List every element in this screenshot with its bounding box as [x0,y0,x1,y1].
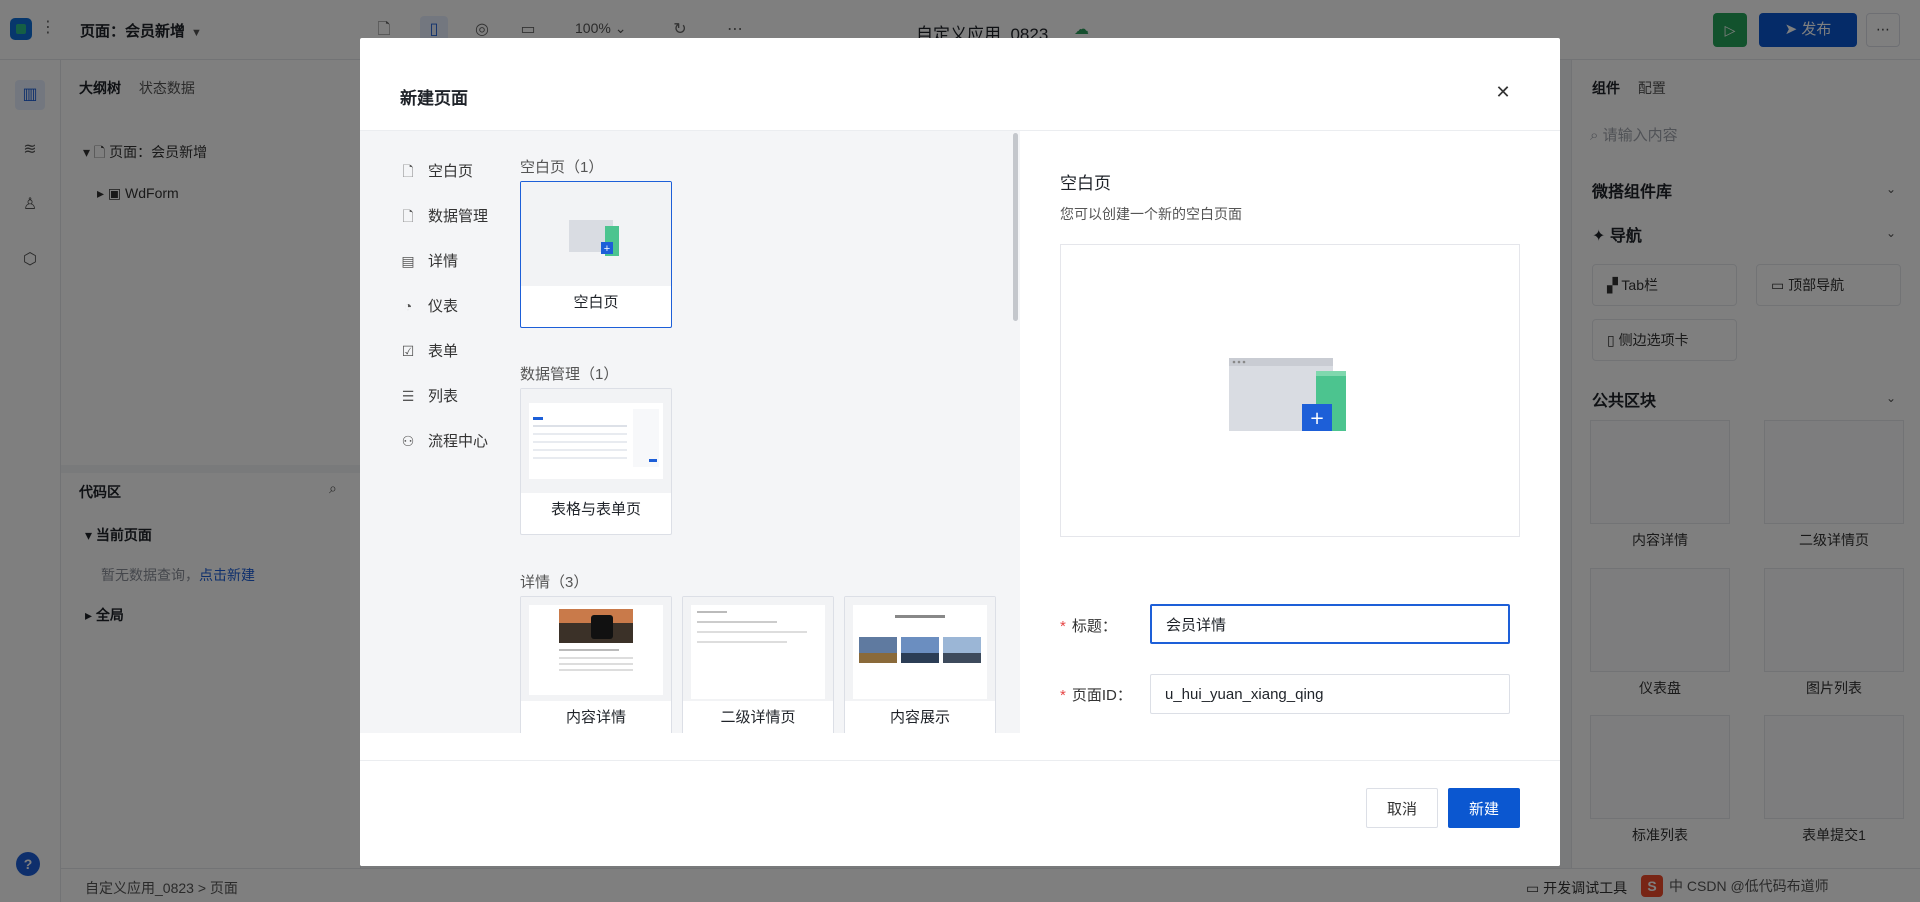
template-thumbnail [521,597,671,701]
page-icon: 🗋 [402,208,414,224]
title-label: * 标题： [1060,618,1117,635]
category-workflow[interactable]: ⚇ 流程中心 [400,419,488,464]
template-area: 空白页（1） + 空白页 数据管理（1） 表格与表单页 详情（3） 内容详情 二… [520,131,1015,733]
category-list[interactable]: ☰ 列表 [400,374,488,419]
group-title-detail: 详情（3） [520,574,589,591]
new-page-dialog: 新建页面 ✕ 🗋 空白页 🗋 数据管理 ▤ 详情 ◔ 仪表 ☑ 表单 ☰ 列表 ⚇ 流程中心 … [360,38,1560,866]
detail-icon: ▤ [401,253,415,269]
template-card-blank[interactable]: + 空白页 [520,181,672,328]
page-id-label: * 页面ID： [1060,687,1132,704]
flow-icon: ⚇ [401,433,415,449]
category-data[interactable]: 🗋 数据管理 [400,194,488,239]
template-browser: 🗋 空白页 🗋 数据管理 ▤ 详情 ◔ 仪表 ☑ 表单 ☰ 列表 ⚇ 流程中心 空白页（1） … [360,131,1020,733]
dialog-header: 新建页面 ✕ [360,38,1560,131]
category-list: 🗋 空白页 🗋 数据管理 ▤ 详情 ◔ 仪表 ☑ 表单 ☰ 列表 ⚇ 流程中心 [400,149,488,464]
category-dashboard[interactable]: ◔ 仪表 [400,284,488,329]
group-title-data: 数据管理（1） [520,366,619,383]
template-thumbnail [845,597,995,701]
template-thumbnail [683,597,833,701]
gauge-icon: ◔ [403,298,413,314]
category-form[interactable]: ☑ 表单 [400,329,488,374]
close-icon[interactable]: ✕ [1491,80,1515,104]
template-card-content-display[interactable]: 内容展示 [844,596,996,733]
dialog-title: 新建页面 [400,89,468,108]
template-card-content-detail[interactable]: 内容详情 [520,596,672,733]
page-icon: 🗋 [402,163,414,179]
preview-title: 空白页 [1060,174,1111,193]
template-thumbnail [521,389,671,493]
svg-text:+: + [604,243,610,255]
group-title-blank: 空白页（1） [520,159,604,176]
category-detail[interactable]: ▤ 详情 [400,239,488,284]
template-thumbnail: + [521,182,671,286]
preview-description: 您可以创建一个新的空白页面 [1060,206,1242,222]
dialog-footer: 取消 新建 [360,760,1560,866]
category-blank[interactable]: 🗋 空白页 [400,149,488,194]
list-icon: ☰ [401,388,415,404]
template-card-table-form[interactable]: 表格与表单页 [520,388,672,535]
title-input[interactable] [1150,604,1510,644]
create-button[interactable]: 新建 [1448,788,1520,828]
preview-image: + [1060,244,1520,537]
svg-text:+: + [1309,408,1324,429]
template-card-secondary-detail[interactable]: 二级详情页 [682,596,834,733]
checkbox-icon: ☑ [401,343,415,359]
page-id-input[interactable] [1150,674,1510,714]
cancel-button[interactable]: 取消 [1366,788,1438,828]
preview-panel: 空白页 您可以创建一个新的空白页面 + *标题： *页面ID： [1020,131,1560,733]
template-scrollbar[interactable] [1013,133,1018,321]
